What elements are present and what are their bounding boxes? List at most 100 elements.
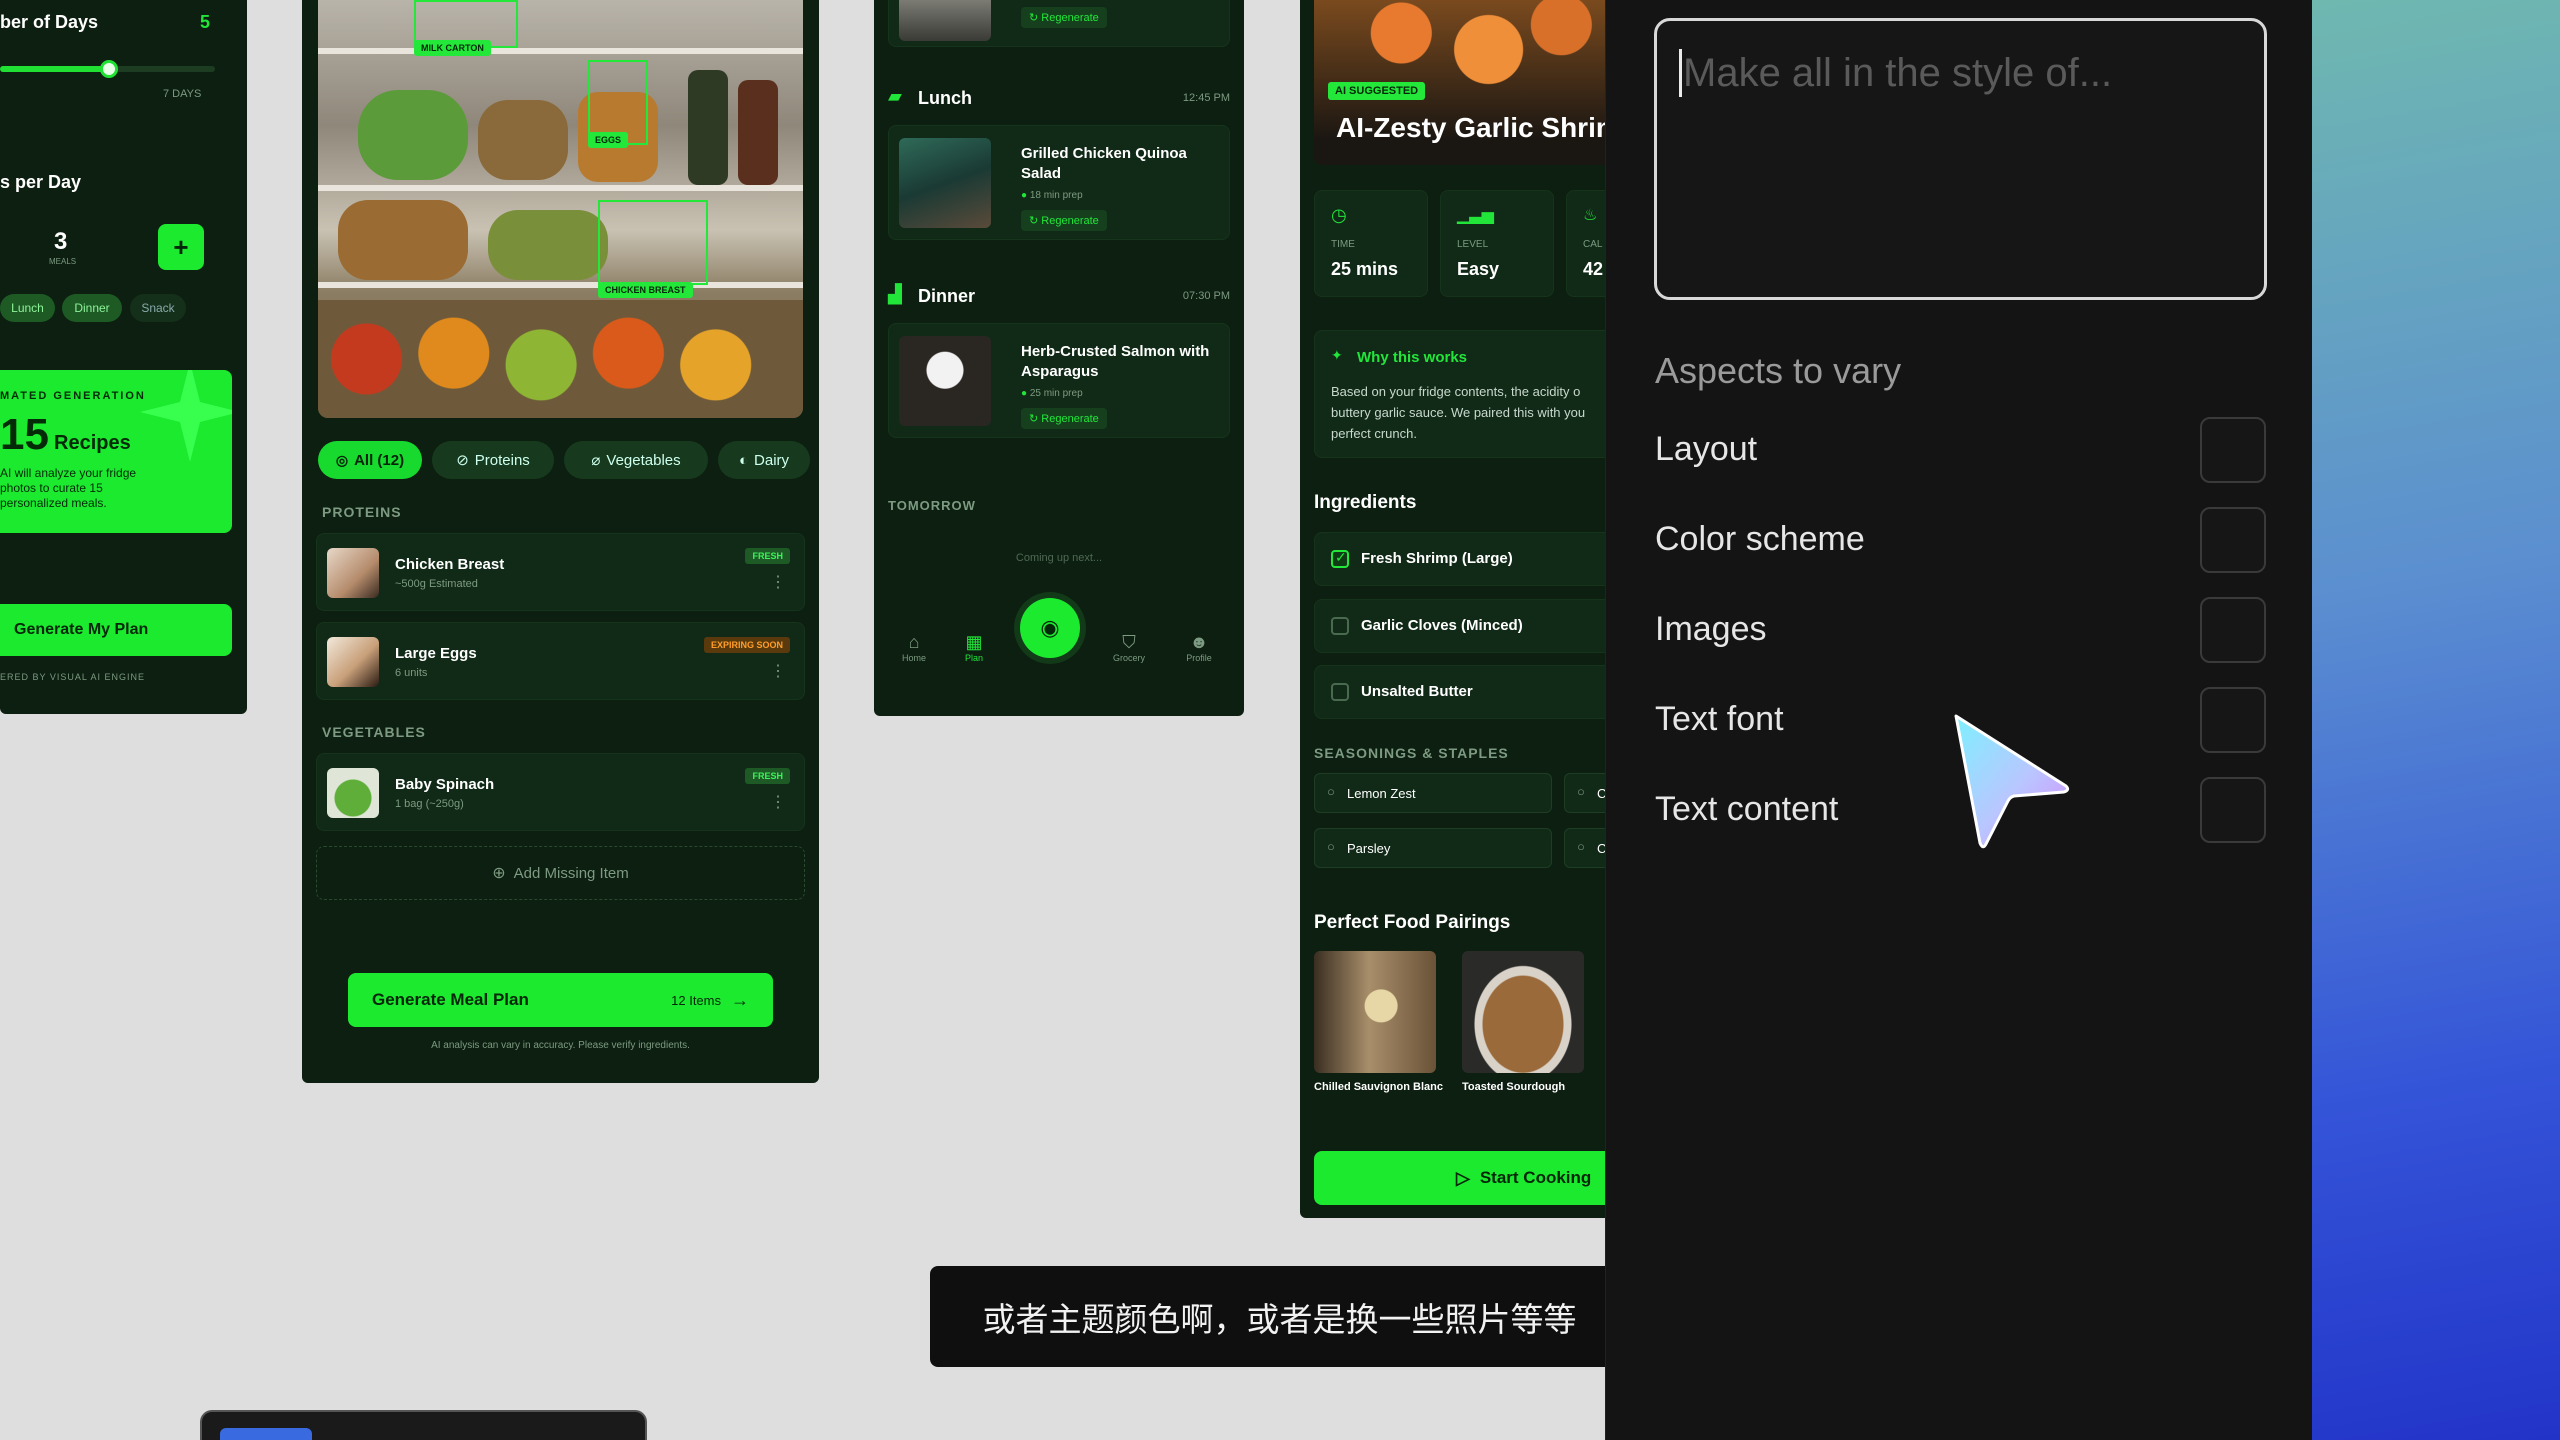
generate-my-plan-button[interactable]: Generate My Plan bbox=[0, 604, 232, 656]
add-missing-label: Add Missing Item bbox=[513, 864, 629, 882]
generation-description: AI will analyze your fridge photos to cu… bbox=[0, 466, 137, 510]
text-caret bbox=[1679, 49, 1682, 97]
checkbox[interactable] bbox=[1331, 683, 1349, 701]
produce bbox=[358, 90, 468, 180]
aspect-layout-checkbox[interactable] bbox=[2200, 417, 2266, 483]
pairing-bread-image[interactable] bbox=[1462, 951, 1584, 1073]
chip-dinner[interactable]: Dinner bbox=[62, 294, 122, 322]
seasoning-chip[interactable]: ○ Parsley bbox=[1314, 828, 1552, 868]
filter-vegetables-label: Vegetables bbox=[606, 451, 681, 469]
plus-circle-icon: ⊕ bbox=[492, 865, 506, 882]
dinner-time: 07:30 PM bbox=[1182, 290, 1230, 302]
spinach-thumbnail bbox=[327, 768, 379, 818]
days-slider-handle[interactable] bbox=[100, 60, 118, 78]
filter-dairy[interactable]: ◐ Dairy bbox=[718, 441, 810, 479]
filter-vegetables[interactable]: ⌀ Vegetables bbox=[564, 441, 708, 479]
stat-level-label: LEVEL bbox=[1457, 239, 1489, 250]
filter-all[interactable]: ◎ All (12) bbox=[318, 441, 422, 479]
seasoning-chip[interactable]: ○ C bbox=[1564, 773, 1605, 813]
lunch-time: 12:45 PM bbox=[1182, 92, 1230, 104]
generate-meal-plan-button[interactable]: Generate Meal Plan 12 Items → bbox=[348, 973, 773, 1027]
chip-lunch[interactable]: Lunch bbox=[0, 294, 55, 322]
ingredient-row[interactable]: ✓ Fresh Shrimp (Large) bbox=[1314, 532, 1605, 586]
filter-all-label: All (12) bbox=[354, 451, 405, 469]
stat-level-value: Easy bbox=[1457, 259, 1500, 279]
list-item[interactable]: Large Eggs 6 units EXPIRING SOON ⋮ bbox=[316, 622, 805, 700]
list-item[interactable]: Baby Spinach 1 bag (~250g) FRESH ⋮ bbox=[316, 753, 805, 831]
ingredient-row[interactable]: Unsalted Butter bbox=[1314, 665, 1605, 719]
user-icon: ☻ bbox=[1189, 632, 1209, 652]
lunch-meal-name: Grilled Chicken Quinoa Salad bbox=[1021, 145, 1187, 182]
dot-icon: ● bbox=[1021, 388, 1028, 399]
nav-home-label: Home bbox=[901, 653, 926, 663]
checkbox-checked[interactable]: ✓ bbox=[1331, 549, 1349, 568]
nav-plan[interactable]: ▦ Plan bbox=[954, 632, 994, 663]
chip-snack[interactable]: Snack bbox=[130, 294, 186, 322]
circle-icon: ○ bbox=[1577, 784, 1585, 799]
generation-number: 15 bbox=[0, 410, 49, 459]
breakfast-thumbnail bbox=[899, 0, 991, 41]
arrow-right-icon: → bbox=[731, 989, 749, 1010]
nav-profile[interactable]: ☻ Profile bbox=[1174, 632, 1224, 663]
more-icon[interactable]: ⋮ bbox=[770, 661, 786, 681]
nav-grocery[interactable]: ⛉ Grocery bbox=[1104, 632, 1154, 663]
camera-button[interactable]: ◉ bbox=[1020, 598, 1080, 658]
nav-grocery-label: Grocery bbox=[1112, 653, 1145, 663]
calendar-icon: ▦ bbox=[965, 632, 983, 652]
nav-home[interactable]: ⌂ Home bbox=[894, 632, 934, 663]
filter-proteins[interactable]: ⊘ Proteins bbox=[432, 441, 554, 479]
drumstick-icon: ⊘ bbox=[456, 452, 469, 469]
more-icon[interactable]: ⋮ bbox=[770, 572, 786, 592]
seasoning-name: C bbox=[1597, 786, 1605, 801]
aspect-color-scheme-checkbox[interactable] bbox=[2200, 507, 2266, 573]
regenerate-button[interactable]: ↻ Regenerate bbox=[1021, 408, 1107, 429]
start-cooking-button[interactable]: ▷ Start Cooking bbox=[1314, 1151, 1605, 1205]
stat-cal: ♨ CAL 42 bbox=[1566, 190, 1605, 297]
regenerate-button[interactable]: ↻ Regenerate bbox=[1021, 7, 1107, 28]
disclaimer: AI analysis can vary in accuracy. Please… bbox=[431, 1040, 690, 1051]
pairing-wine-image[interactable] bbox=[1314, 951, 1436, 1073]
bars-icon: ▁▃▅ bbox=[1457, 207, 1494, 224]
list-item[interactable]: Chicken Breast ~500g Estimated FRESH ⋮ bbox=[316, 533, 805, 611]
more-icon[interactable]: ⋮ bbox=[770, 792, 786, 812]
checkbox[interactable] bbox=[1331, 617, 1349, 635]
plan-settings-card: ber of Days 5 7 DAYS s per Day 3 MEALS +… bbox=[0, 0, 247, 714]
item-count: 12 Items bbox=[671, 992, 721, 1008]
regenerate-button[interactable]: ↻ Regenerate bbox=[1021, 210, 1107, 231]
seasoning-chip[interactable]: ○ Lemon Zest bbox=[1314, 773, 1552, 813]
add-missing-item-button[interactable]: ⊕ Add Missing Item bbox=[316, 846, 805, 900]
increment-meals-button[interactable]: + bbox=[158, 224, 204, 270]
style-prompt-textarea[interactable]: Make all in the style of... bbox=[1654, 18, 2267, 300]
pointer-cursor-icon bbox=[1954, 714, 2070, 849]
lunch-heading: Lunch bbox=[918, 88, 972, 108]
days-slider[interactable] bbox=[0, 60, 215, 78]
tomorrow-heading: TOMORROW bbox=[888, 498, 976, 513]
aspect-text-content-checkbox[interactable] bbox=[2200, 777, 2266, 843]
why-this-works: ✦ Why this works Based on your fridge co… bbox=[1314, 330, 1605, 458]
meal-item-lunch[interactable]: Grilled Chicken Quinoa Salad ● 18 min pr… bbox=[888, 125, 1230, 240]
aspect-text-font-label: Text font bbox=[1655, 700, 1784, 738]
detection-label-eggs: EGGS bbox=[588, 132, 629, 148]
clock-icon: ◷ bbox=[1331, 205, 1347, 225]
drop-icon: ◐ bbox=[738, 451, 749, 469]
aspect-layout-label: Layout bbox=[1655, 430, 1758, 468]
partial-window-tab bbox=[220, 1428, 312, 1440]
fridge-scan-card: MILK CARTON EGGS CHICKEN BREAST ◎ All (12… bbox=[302, 0, 819, 1083]
aspect-color-scheme-label: Color scheme bbox=[1655, 520, 1865, 558]
flame-icon: ♨ bbox=[1583, 207, 1598, 224]
seasoning-chip[interactable]: ○ C bbox=[1564, 828, 1605, 868]
subtitle-text: 或者主题颜色啊，或者是换一些照片等等 bbox=[982, 1300, 1577, 1338]
meal-item-breakfast[interactable]: ↻ Regenerate bbox=[888, 0, 1230, 47]
recipe-title: AI-Zesty Garlic Shrim bbox=[1336, 112, 1605, 143]
prompt-placeholder: Make all in the style of... bbox=[1683, 51, 2113, 95]
regenerate-label: Regenerate bbox=[1041, 215, 1099, 227]
nav-plan-label: Plan bbox=[964, 653, 983, 663]
coming-up-text: Coming up next... bbox=[1015, 552, 1103, 564]
meal-item-dinner[interactable]: Herb-Crusted Salmon with Asparagus ● 25 … bbox=[888, 323, 1230, 438]
aspect-images-checkbox[interactable] bbox=[2200, 597, 2266, 663]
check-icon: ✓ bbox=[1335, 549, 1347, 565]
recipe-hero-image: AI SUGGESTED AI-Zesty Garlic Shrim bbox=[1314, 0, 1605, 165]
aspect-text-font-checkbox[interactable] bbox=[2200, 687, 2266, 753]
ingredients-heading: Ingredients bbox=[1314, 492, 1417, 513]
ingredient-row[interactable]: Garlic Cloves (Minced) bbox=[1314, 599, 1605, 653]
